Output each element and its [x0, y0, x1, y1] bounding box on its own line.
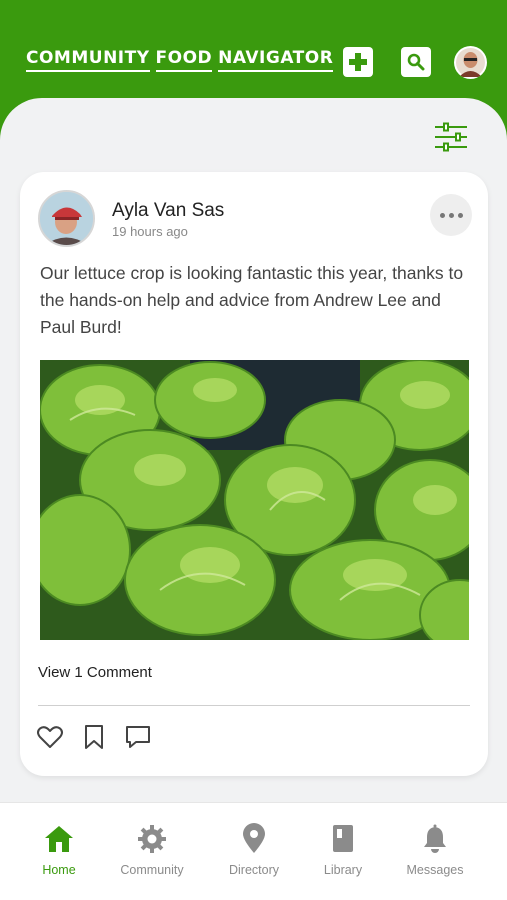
lettuce-photo	[40, 360, 469, 640]
post-author[interactable]: Ayla Van Sas	[112, 200, 224, 222]
view-comments-link[interactable]: View 1 Comment	[38, 664, 152, 681]
post-body: Our lettuce crop is looking fantastic th…	[40, 263, 464, 337]
gear-icon	[138, 825, 166, 853]
more-options-button[interactable]	[430, 194, 472, 236]
bell-icon	[424, 824, 446, 853]
tab-messages[interactable]: Messages	[390, 823, 480, 877]
app-logo[interactable]: COMMUNITY FOOD NAVIGATOR	[26, 48, 334, 72]
tab-home[interactable]: Home	[14, 823, 104, 877]
tab-label: Home	[42, 863, 76, 877]
search-icon	[407, 53, 425, 71]
post-photo[interactable]	[40, 360, 469, 640]
logo-word: FOOD	[155, 48, 213, 72]
plus-icon	[349, 53, 367, 71]
logo-word: COMMUNITY	[26, 48, 150, 72]
tab-library[interactable]: Library	[298, 823, 388, 877]
tab-label: Community	[120, 863, 184, 877]
post-timestamp: 19 hours ago	[112, 224, 188, 239]
tab-label: Library	[323, 863, 363, 877]
tab-label: Directory	[228, 863, 279, 877]
bookmark-icon	[85, 725, 103, 749]
add-post-button[interactable]	[343, 47, 373, 77]
dot	[448, 212, 454, 218]
tab-community[interactable]: Community	[107, 823, 197, 877]
divider	[38, 705, 470, 706]
post-card: Ayla Van Sas 19 hours ago Our lettuce cr…	[20, 172, 488, 776]
comment-icon	[126, 726, 150, 748]
sliders-icon	[435, 122, 467, 152]
search-button[interactable]	[401, 47, 431, 77]
home-icon	[45, 826, 73, 852]
like-button[interactable]	[36, 723, 64, 751]
author-avatar[interactable]	[38, 190, 95, 247]
bookmark-button[interactable]	[80, 723, 108, 751]
comment-button[interactable]	[124, 723, 152, 751]
avatar	[40, 192, 93, 245]
filter-button[interactable]	[432, 122, 470, 152]
heart-icon	[37, 726, 63, 748]
map-pin-icon	[243, 823, 265, 853]
book-icon	[333, 825, 353, 852]
avatar	[456, 48, 485, 77]
dot	[457, 212, 463, 218]
logo-word: NAVIGATOR	[218, 48, 334, 72]
dot	[439, 212, 445, 218]
tab-label: Messages	[406, 863, 464, 877]
tab-directory[interactable]: Directory	[209, 823, 299, 877]
bottom-tab-bar: Home Community Directory Library Message…	[0, 802, 507, 900]
profile-avatar-button[interactable]	[454, 46, 487, 79]
